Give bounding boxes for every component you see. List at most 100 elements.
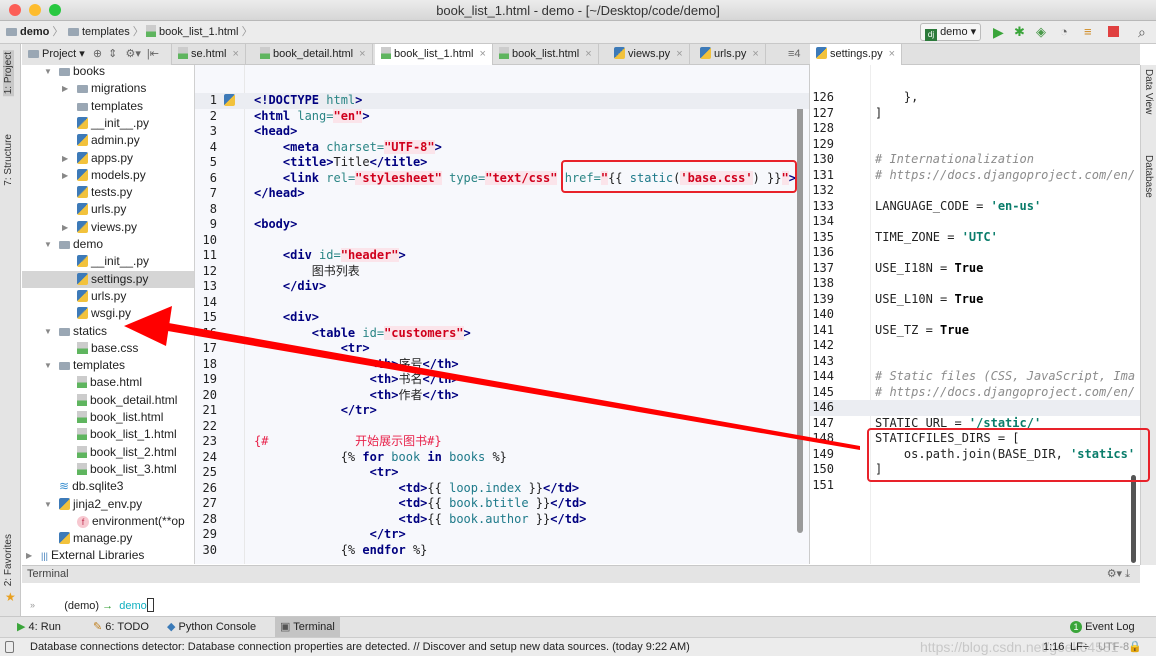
code-line[interactable]: {% for book in books %} [254, 450, 507, 466]
event-log-button[interactable]: 1 Event Log [1065, 617, 1140, 637]
tree-item[interactable]: tests.py [22, 184, 194, 201]
tool-window-database[interactable]: Database [1143, 155, 1154, 198]
tree-item[interactable]: ≋ db.sqlite3 [22, 478, 194, 495]
code-line[interactable]: </div> [254, 279, 326, 295]
code-line[interactable]: <td>{{ book.author }}</td> [254, 512, 587, 528]
expand-arrow-icon[interactable]: ▼ [44, 65, 52, 80]
tree-item[interactable]: ▶ models.py [22, 167, 194, 184]
tree-item[interactable]: ▼ jinja2_env.py [22, 496, 194, 513]
code-line[interactable]: </tr> [254, 403, 377, 419]
code-line[interactable]: <th>序号</th> [254, 357, 459, 373]
run-config-select[interactable]: dj demo ▾ [920, 23, 982, 41]
code-line[interactable]: ] [875, 106, 882, 122]
code-line[interactable]: </tr> [254, 527, 406, 543]
code-line[interactable]: {# 开始展示图书#} [254, 434, 442, 450]
tab-book-detail-html[interactable]: book_detail.html × [254, 44, 373, 65]
tab-urls-py[interactable]: urls.py × [694, 44, 766, 65]
tree-item[interactable]: base.html [22, 374, 194, 391]
editor-scrollbar[interactable] [1131, 475, 1136, 563]
stop-icon[interactable] [1108, 26, 1119, 37]
terminal-settings-icon[interactable]: ⚙▾ ⤓ [1107, 566, 1130, 583]
tree-item[interactable]: __init__.py [22, 253, 194, 270]
tree-item[interactable]: templates [22, 98, 194, 115]
close-tab-icon[interactable]: × [752, 48, 758, 60]
close-window-button[interactable] [9, 4, 21, 16]
tree-item[interactable]: base.css [22, 340, 194, 357]
file-encoding[interactable]: UTF-8 [1098, 638, 1129, 656]
gear-icon[interactable]: ⚙▾ [125, 48, 140, 60]
expand-arrow-icon[interactable]: ▼ [44, 496, 52, 513]
tree-item[interactable]: book_list_3.html [22, 461, 194, 478]
code-line[interactable]: <div> [254, 310, 319, 326]
breadcrumb-file[interactable]: book_list_1.html 〉 [146, 21, 253, 43]
maximize-window-button[interactable] [49, 4, 61, 16]
terminal-more-icon[interactable]: » [30, 600, 35, 610]
collapse-icon[interactable]: ⇕ [108, 48, 117, 60]
locate-icon[interactable]: ⊕ [93, 48, 102, 60]
code-line[interactable]: <tr> [254, 465, 399, 481]
tool-window-favorites[interactable]: 2: Favorites [3, 534, 14, 586]
tab-overflow-button[interactable]: ≡4 [782, 44, 807, 65]
tree-item[interactable]: ▶ ||| External Libraries [22, 547, 194, 564]
code-line[interactable]: {% endfor %} [254, 543, 428, 559]
code-line[interactable]: <tr> [254, 341, 370, 357]
breadcrumb-templates[interactable]: templates 〉 [68, 21, 144, 43]
bottom-tool-6-todo[interactable]: ✎ 6: TODO [88, 617, 154, 637]
close-tab-icon[interactable]: × [480, 48, 486, 60]
tree-item[interactable]: __init__.py [22, 115, 194, 132]
tab-views-py[interactable]: views.py × [608, 44, 690, 65]
tool-window-data-view[interactable]: Data View [1143, 69, 1154, 114]
code-line[interactable]: # Internationalization [875, 152, 1034, 168]
tree-item[interactable]: wsgi.py [22, 305, 194, 322]
tree-item[interactable]: book_list.html [22, 409, 194, 426]
code-line[interactable]: USE_L10N = True [875, 292, 983, 308]
code-line[interactable]: <meta charset="UTF-8"> [254, 139, 442, 156]
tree-item[interactable]: f environment(**op [22, 513, 194, 530]
code-line[interactable]: <html lang="en"> [254, 108, 370, 125]
code-line[interactable]: 图书列表 [254, 264, 360, 280]
code-line[interactable]: <table id="customers"> [254, 325, 471, 342]
tab-book-list-1-html[interactable]: book_list_1.html × [375, 44, 493, 65]
editor-settings-py[interactable]: 126 }, 127] 128 129 130 # Internationalizatio… [810, 65, 1140, 564]
close-tab-icon[interactable]: × [232, 48, 238, 60]
code-line[interactable]: <!DOCTYPE html> [254, 93, 362, 109]
code-line[interactable]: TIME_ZONE = 'UTC' [875, 230, 998, 246]
debug-icon[interactable]: ✱ [1014, 21, 1025, 43]
search-icon[interactable]: ⌕ [1138, 21, 1146, 43]
code-line[interactable]: <head> [254, 124, 297, 140]
code-line[interactable]: <title>Title</title> [254, 155, 428, 171]
concurrency-icon[interactable]: ≡ [1084, 21, 1092, 43]
status-message[interactable]: Database connections detector: Database … [30, 638, 690, 656]
code-line[interactable]: # https://docs.djangoproject.com/en/ [875, 168, 1135, 184]
tree-item[interactable]: ▼ templates [22, 357, 194, 374]
coverage-icon[interactable]: ◈ [1036, 21, 1046, 43]
tree-item[interactable]: ▼ demo [22, 236, 194, 253]
tool-window-structure[interactable]: 7: Structure [3, 134, 14, 186]
tree-item[interactable]: urls.py [22, 288, 194, 305]
code-line[interactable]: <body> [254, 217, 297, 233]
tree-item[interactable]: ▶ apps.py [22, 150, 194, 167]
tree-item[interactable]: ▶ migrations [22, 80, 194, 97]
code-line[interactable]: LANGUAGE_CODE = 'en-us' [875, 199, 1041, 215]
collapse-arrow-icon[interactable]: ▶ [26, 547, 32, 564]
collapse-arrow-icon[interactable]: ▶ [62, 219, 68, 236]
project-view-select[interactable]: Project ▾ [28, 48, 85, 60]
tab-se-html[interactable]: se.html × [172, 44, 246, 65]
bottom-tool-terminal[interactable]: ▣ Terminal [275, 617, 340, 637]
code-line[interactable]: }, [875, 90, 918, 106]
expand-arrow-icon[interactable]: ▼ [44, 323, 52, 340]
code-line[interactable]: <td>{{ loop.index }}</td> [254, 481, 580, 497]
close-tab-icon[interactable]: × [676, 48, 682, 60]
tab-book-list-html[interactable]: book_list.html × [493, 44, 599, 65]
code-line[interactable]: <th>作者</th> [254, 388, 459, 404]
close-tab-icon[interactable]: × [585, 48, 591, 60]
collapse-arrow-icon[interactable]: ▶ [62, 80, 68, 97]
hide-icon[interactable]: |⇤ [147, 48, 159, 60]
profile-icon[interactable]: ◔ [1060, 21, 1068, 43]
editor-book-list-1[interactable]: ✔ 1<!DOCTYPE html>2<html lang="en">3<hea… [195, 65, 810, 564]
expand-arrow-icon[interactable]: ▼ [44, 236, 52, 253]
bottom-tool-python-console[interactable]: ◆ Python Console [162, 617, 261, 637]
tree-item[interactable]: book_detail.html [22, 392, 194, 409]
tree-item[interactable]: settings.py [22, 270, 194, 288]
collapse-arrow-icon[interactable]: ▶ [62, 150, 68, 167]
